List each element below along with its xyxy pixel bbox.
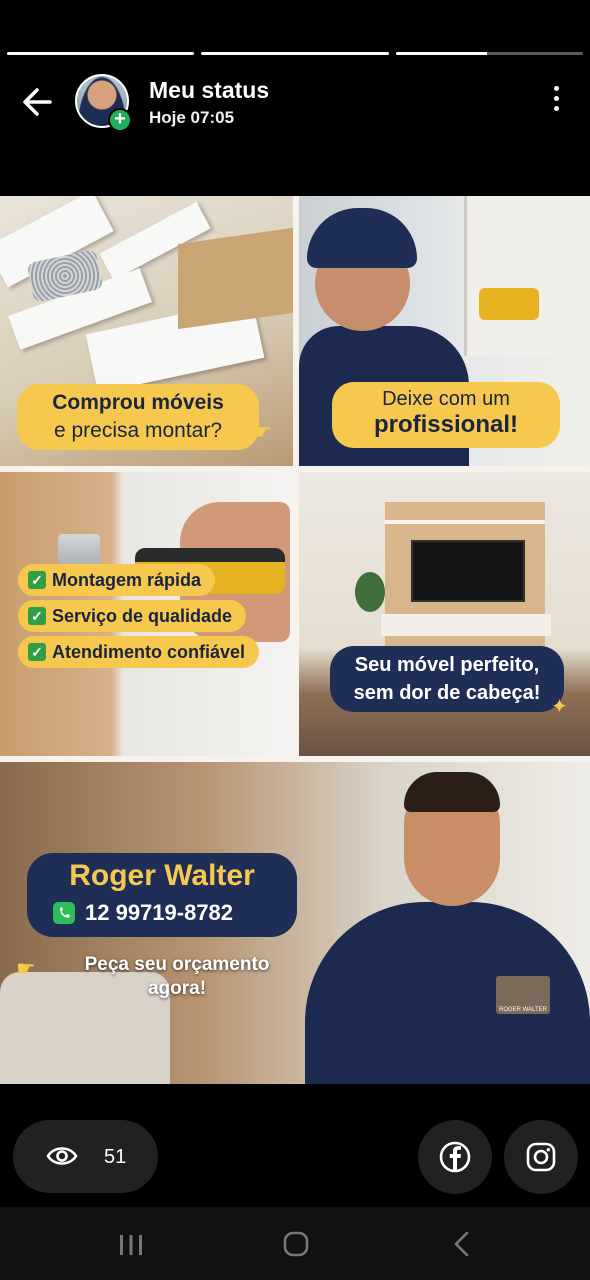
contact-card: Roger Walter 12 99719-8782 <box>27 853 297 937</box>
facebook-share-button[interactable] <box>418 1120 492 1194</box>
contact-name: Roger Walter <box>69 859 255 892</box>
status-time: Hoje 07:05 <box>149 108 235 127</box>
views-button[interactable]: 51 <box>13 1120 158 1193</box>
contact-phone: 12 99719-8782 <box>53 900 233 926</box>
recent-apps-icon[interactable] <box>118 1234 144 1256</box>
eye-icon <box>46 1147 78 1165</box>
check-icon: ✓ <box>28 643 46 661</box>
back-arrow-icon[interactable] <box>18 84 58 120</box>
more-vertical-icon[interactable] <box>546 86 566 118</box>
pointing-hand-icon: ☛ <box>16 956 36 981</box>
home-icon[interactable] <box>283 1231 309 1257</box>
panel-professional: Deixe com um profissional! <box>299 196 590 466</box>
progress-segment-current <box>395 52 583 55</box>
sparkle-icon: ✦ <box>551 696 568 718</box>
progress-segment <box>7 52 195 55</box>
panel-furniture-parts: Comprou móveis e precisa montar? ☛ <box>0 196 293 466</box>
shirt-logo: ROGER WALTER <box>496 976 550 1014</box>
instagram-share-button[interactable] <box>504 1120 578 1194</box>
instagram-icon <box>526 1142 556 1172</box>
caption-perfect-furniture: Seu móvel perfeito, sem dor de cabeça! <box>330 646 564 712</box>
system-nav-bar <box>0 1207 590 1280</box>
add-status-icon[interactable]: + <box>108 108 132 132</box>
call-to-action: Peça seu orçamento agora! <box>84 954 270 999</box>
panel-contact: ROGER WALTER Roger Walter 12 99719-8782 … <box>0 762 590 1084</box>
whatsapp-icon <box>53 902 75 924</box>
progress-segment <box>201 52 389 55</box>
caption-leave-to-professional: Deixe com um profissional! <box>332 382 560 448</box>
checklist-item: ✓ Atendimento confiável <box>18 636 260 668</box>
checklist-item: ✓ Montagem rápida <box>18 564 216 596</box>
caption-bought-furniture: Comprou móveis e precisa montar? <box>17 384 259 450</box>
status-progress <box>7 52 583 56</box>
views-count: 51 <box>104 1146 127 1168</box>
facebook-icon <box>439 1141 471 1173</box>
check-icon: ✓ <box>28 571 46 589</box>
page-title: Meu status <box>149 77 270 103</box>
nav-back-icon[interactable] <box>452 1231 472 1257</box>
checklist-item: ✓ Serviço de qualidade <box>18 600 247 632</box>
panel-assembly: ✓ Montagem rápida ✓ Serviço de qualidade… <box>0 472 293 756</box>
pointing-hand-icon: ☛ <box>252 419 272 444</box>
status-image[interactable]: Comprou móveis e precisa montar? ☛ Deixe… <box>0 196 590 1084</box>
check-icon: ✓ <box>28 607 46 625</box>
panel-living-room: Seu móvel perfeito, sem dor de cabeça! ✦ <box>299 472 590 756</box>
